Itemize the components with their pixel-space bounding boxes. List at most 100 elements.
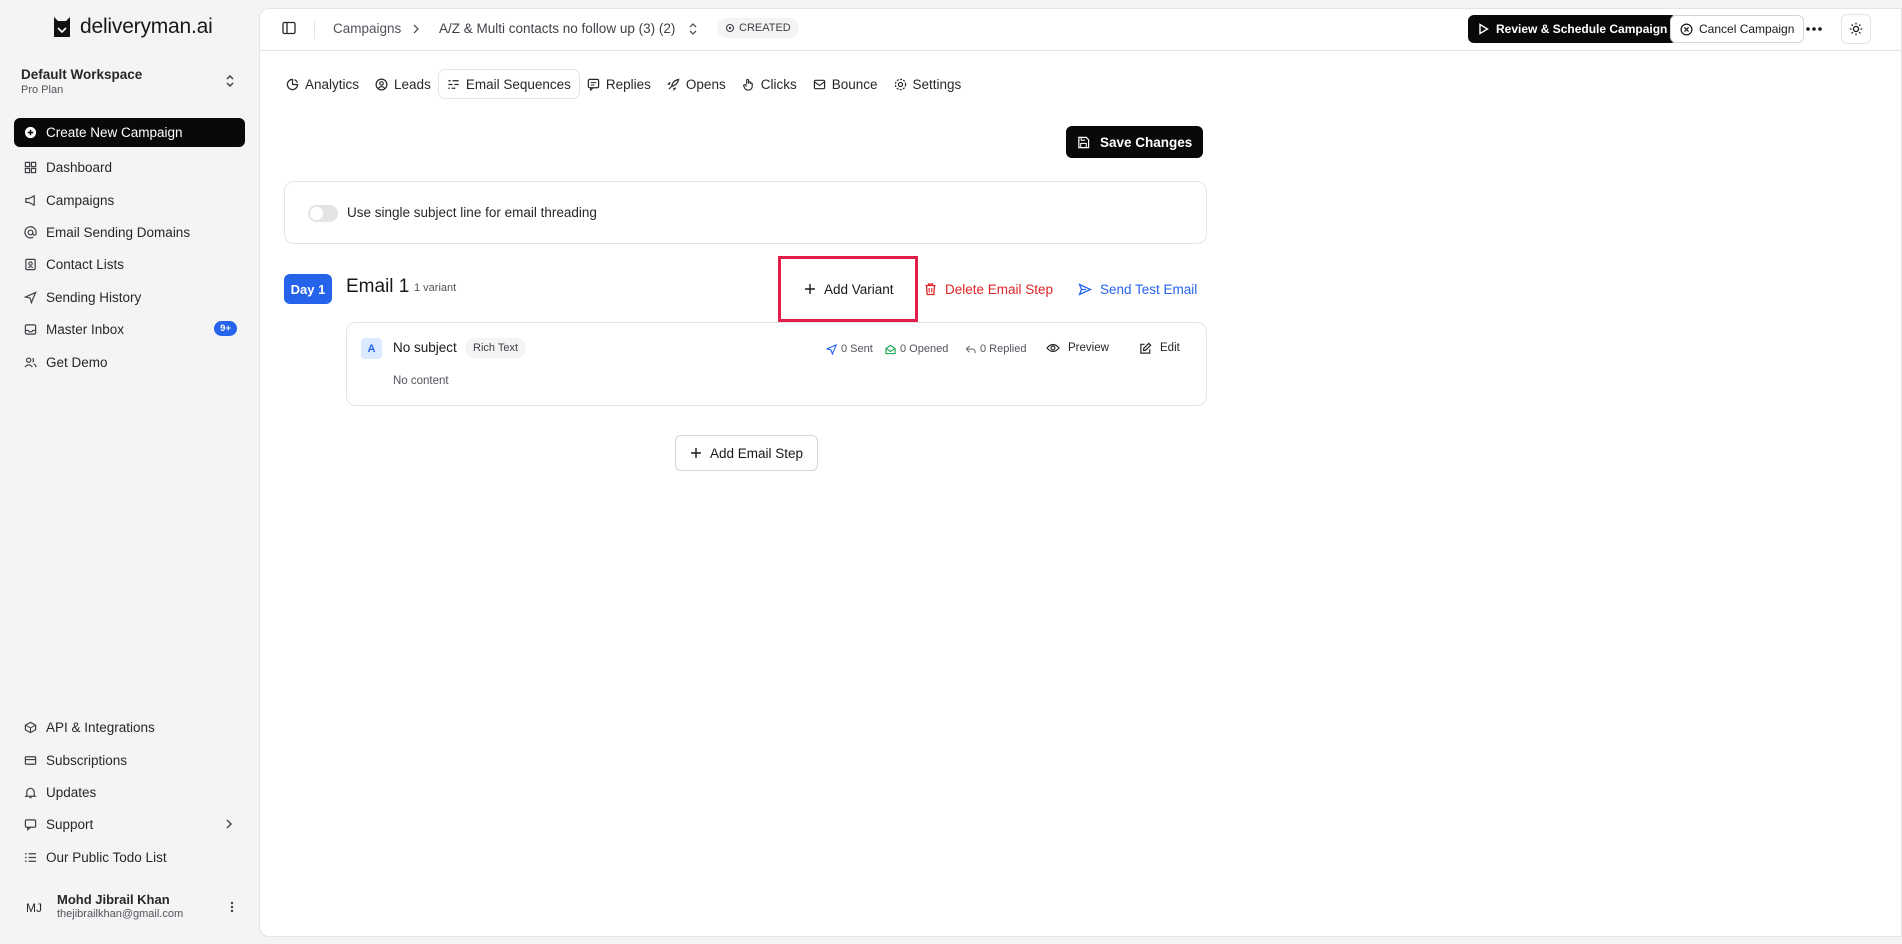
logo-icon xyxy=(54,17,70,37)
save-icon xyxy=(1078,136,1090,148)
sidebar-item-email-domains[interactable]: Email Sending Domains xyxy=(14,218,245,246)
sidebar-item-dashboard[interactable]: Dashboard xyxy=(14,153,245,181)
tab-bounce[interactable]: Bounce xyxy=(805,70,886,98)
sun-icon xyxy=(1849,22,1863,36)
sidebar-item-contact-lists[interactable]: Contact Lists xyxy=(14,250,245,278)
sidebar-item-campaigns[interactable]: Campaigns xyxy=(14,186,245,214)
sidebar-item-label: Sending History xyxy=(46,289,142,305)
tab-label: Clicks xyxy=(760,76,797,92)
chevrons-updown-icon xyxy=(226,74,234,88)
tab-clicks[interactable]: Clicks xyxy=(734,70,805,98)
threading-setting-card: Use single subject line for email thread… xyxy=(284,181,1207,244)
list-icon xyxy=(25,852,37,862)
cancel-campaign-button[interactable]: Cancel Campaign xyxy=(1670,15,1805,43)
mail-open-icon xyxy=(885,344,896,354)
plus-icon xyxy=(691,448,701,458)
tab-leads[interactable]: Leads xyxy=(367,70,439,98)
avatar: MJ xyxy=(26,901,42,915)
tab-opens[interactable]: Opens xyxy=(659,70,734,98)
workspace-plan: Pro Plan xyxy=(21,84,64,96)
mail-icon xyxy=(813,79,825,89)
sidebar-item-master-inbox[interactable]: Master Inbox 9+ xyxy=(14,315,245,343)
chevron-right-icon xyxy=(413,24,419,34)
divider xyxy=(314,21,315,39)
tab-settings[interactable]: Settings xyxy=(886,70,970,98)
sidebar-item-sending-history[interactable]: Sending History xyxy=(14,283,245,311)
variant-count: 1 variant xyxy=(414,282,457,294)
status-label: CREATED xyxy=(739,22,791,34)
create-campaign-label: Create New Campaign xyxy=(46,125,183,140)
sidebar-item-label: Subscriptions xyxy=(46,752,128,768)
sidebar-item-subscriptions[interactable]: Subscriptions xyxy=(14,746,245,774)
plus-circle-icon xyxy=(24,126,37,139)
workspace-switcher[interactable]: Default Workspace Pro Plan xyxy=(21,67,237,97)
edit-variant-button[interactable]: Edit xyxy=(1139,337,1180,359)
sidebar-toggle-icon[interactable] xyxy=(282,21,296,35)
api-icon xyxy=(24,721,37,733)
more-vertical-icon[interactable] xyxy=(229,900,235,914)
send-test-email-button[interactable]: Send Test Email xyxy=(1078,275,1197,303)
review-schedule-button[interactable]: Review & Schedule Campaign xyxy=(1468,15,1678,43)
tab-label: Replies xyxy=(605,76,651,92)
sidebar-item-todo[interactable]: Our Public Todo List xyxy=(14,843,245,871)
brand-name: deliveryman.ai xyxy=(80,15,213,38)
send-icon xyxy=(826,343,837,355)
edit-icon xyxy=(1140,342,1152,354)
threading-toggle[interactable] xyxy=(308,205,338,222)
tab-label: Opens xyxy=(685,76,726,92)
sidebar-item-api[interactable]: API & Integrations xyxy=(14,713,245,741)
sidebar-item-label: Support xyxy=(46,816,94,832)
save-changes-button[interactable]: Save Changes xyxy=(1066,126,1204,158)
users-icon xyxy=(24,356,37,368)
dashboard-icon xyxy=(24,161,37,173)
send-icon xyxy=(1078,282,1092,296)
user-name: Mohd Jibrail Khan xyxy=(57,892,170,907)
campaign-tabs: Analytics Leads Email Sequences Replies … xyxy=(278,70,969,98)
breadcrumb-current-campaign[interactable]: A/Z & Multi contacts no follow up (3) (2… xyxy=(439,21,675,36)
unread-badge: 9+ xyxy=(214,321,237,336)
tab-analytics[interactable]: Analytics xyxy=(278,70,367,98)
theme-toggle-button[interactable] xyxy=(1841,14,1871,44)
add-email-step-button[interactable]: Add Email Step xyxy=(675,435,819,471)
sidebar-item-label: Dashboard xyxy=(46,159,113,175)
sidebar-item-support[interactable]: Support xyxy=(14,810,245,838)
preview-button[interactable]: Preview xyxy=(1046,337,1109,359)
user-email: thejibrailkhan@gmail.com xyxy=(57,908,184,920)
tab-label: Bounce xyxy=(831,76,878,92)
review-schedule-label: Review & Schedule Campaign xyxy=(1496,22,1668,36)
status-dot-icon xyxy=(725,23,735,33)
delete-email-step-label: Delete Email Step xyxy=(945,281,1054,297)
gear-icon xyxy=(894,78,906,90)
variant-body-preview: No content xyxy=(393,375,449,387)
sidebar-item-label: Master Inbox xyxy=(46,321,125,337)
more-horizontal-icon[interactable] xyxy=(1805,21,1823,37)
main-panel: Campaigns A/Z & Multi contacts no follow… xyxy=(259,8,1902,937)
user-profile[interactable]: MJ Mohd Jibrail Khan thejibrailkhan@gmai… xyxy=(14,890,245,926)
sent-count: 0 Sent xyxy=(841,343,873,355)
variant-subject: No subject xyxy=(393,340,457,355)
sidebar-item-label: Campaigns xyxy=(46,192,115,208)
tab-email-sequences[interactable]: Email Sequences xyxy=(438,70,579,98)
rocket-icon xyxy=(666,78,680,91)
brand-logo[interactable]: deliveryman.ai xyxy=(52,14,213,40)
create-campaign-button[interactable]: Create New Campaign xyxy=(14,118,245,147)
eye-icon xyxy=(1046,343,1060,353)
sidebar-item-label: Our Public Todo List xyxy=(46,849,167,865)
add-email-step-label: Add Email Step xyxy=(710,445,804,461)
variant-letter-badge: A xyxy=(361,338,382,359)
sidebar-item-label: API & Integrations xyxy=(46,719,155,735)
edit-label: Edit xyxy=(1160,342,1180,354)
card-icon xyxy=(24,755,37,765)
sidebar: deliveryman.ai Default Workspace Pro Pla… xyxy=(0,0,258,944)
tab-label: Settings xyxy=(912,76,962,92)
sidebar-item-updates[interactable]: Updates xyxy=(14,778,245,806)
delete-email-step-button[interactable]: Delete Email Step xyxy=(924,275,1053,303)
top-bar: Campaigns A/Z & Multi contacts no follow… xyxy=(260,9,1901,51)
sidebar-item-get-demo[interactable]: Get Demo xyxy=(14,348,245,376)
user-circle-icon xyxy=(375,78,388,90)
breadcrumb-campaigns[interactable]: Campaigns xyxy=(333,21,401,36)
tab-label: Leads xyxy=(394,76,431,92)
tab-replies[interactable]: Replies xyxy=(579,70,659,98)
chevrons-updown-icon[interactable] xyxy=(688,22,698,36)
send-icon xyxy=(24,290,37,304)
